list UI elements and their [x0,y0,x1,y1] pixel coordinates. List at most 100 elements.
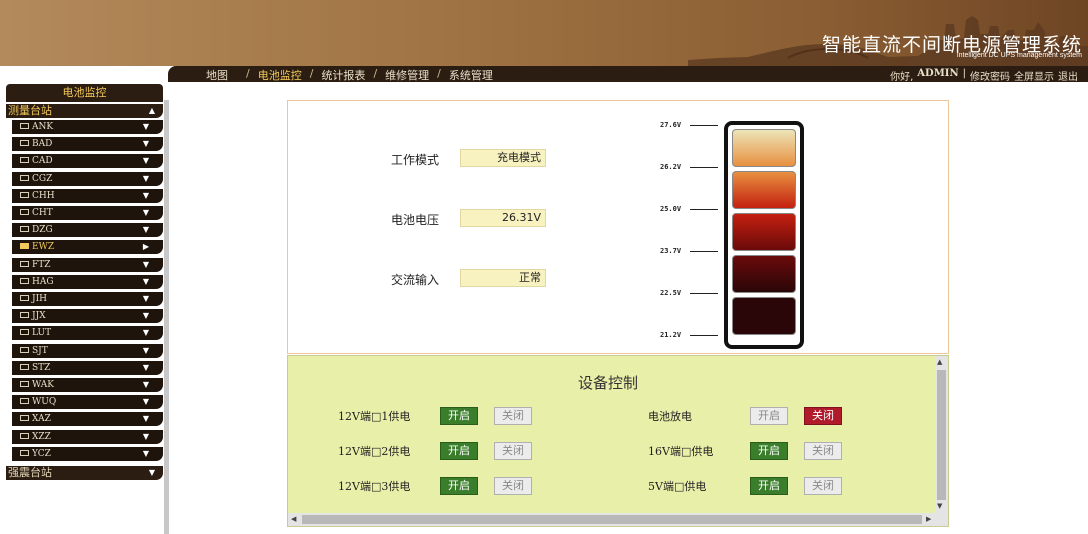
scroll-up-icon[interactable]: ▲ [937,358,942,366]
power-on-button[interactable]: 开启 [440,442,478,460]
nav-item[interactable]: 地图 [206,67,228,83]
power-off-button[interactable]: 关闭 [494,442,532,460]
station-item[interactable]: LUT ▼ [12,326,163,341]
arrow-down-icon: ▼ [142,173,149,183]
station-item[interactable]: CGZ ▼ [12,171,163,186]
power-off-button[interactable]: 关闭 [494,407,532,425]
station-item[interactable]: SJT ▼ [12,343,163,358]
arrow-down-icon: ▼ [142,294,149,303]
scroll-right-icon[interactable]: ▶ [926,515,931,523]
station-label: JJX [32,311,46,322]
power-on-button[interactable]: 开启 [750,407,788,425]
work-mode-value: 充电模式 [460,149,546,167]
station-icon [20,123,29,129]
group-strong-motion-stations[interactable]: 强震台站 ▼ [6,466,163,480]
scale-label: 23.7V [660,247,682,255]
arrow-down-icon: ▼ [142,448,149,458]
station-item[interactable]: JIH ▼ [12,292,163,306]
scroll-left-icon[interactable]: ◀ [291,515,296,523]
station-item[interactable]: HAG ▼ [12,274,163,289]
power-off-button[interactable]: 关闭 [494,477,532,495]
control-vertical-scrollbar[interactable]: ▲ ▼ [935,356,948,514]
group-label: 测量台站 [8,104,52,117]
fullscreen-link[interactable]: 全屏显示 [1014,68,1054,83]
station-icon [20,226,29,233]
scale-label: 22.5V [660,289,682,297]
station-item[interactable]: BAD ▼ [12,137,163,152]
station-label: STZ [32,362,51,373]
battery-voltage-value: 26.31V [460,209,546,227]
scale-tick [690,167,718,168]
station-icon [20,140,29,147]
scroll-thumb[interactable] [937,370,946,500]
station-label: SJT [32,345,48,356]
nav-separator: / [309,67,314,80]
nav-gap [228,67,238,83]
station-item[interactable]: WUQ ▼ [12,395,163,410]
station-item[interactable]: JJX ▼ [12,309,163,324]
station-icon [20,346,29,353]
change-password-link[interactable]: 修改密码 [970,68,1010,83]
station-icon [20,174,29,181]
station-label: CHT [32,208,53,218]
station-icon [20,243,29,250]
station-item[interactable]: CAD ▼ [12,154,163,169]
station-label: JIH [32,294,48,304]
power-on-button[interactable]: 开启 [750,442,788,460]
sidebar-scrollbar[interactable] [164,100,169,534]
arrow-down-icon: ▼ [142,156,149,166]
station-item[interactable]: FTZ ▼ [12,257,163,272]
station-item[interactable]: ANK ▼ [12,120,163,134]
station-icon [20,449,29,456]
station-item[interactable]: YCZ ▼ [12,446,163,461]
station-item[interactable]: EWZ ▶ [12,240,163,255]
station-icon [20,432,29,439]
station-label: HAG [32,276,54,287]
nav-item[interactable]: 电池监控 [258,67,302,83]
nav-item[interactable]: 统计报表 [321,67,365,83]
arrow-down-icon: ▼ [142,139,149,149]
control-title: 设备控制 [577,374,638,392]
station-icon [20,191,29,198]
station-item[interactable]: WAK ▼ [12,378,163,392]
station-icon [20,295,29,301]
control-label: 12V端□1供电 [338,410,411,423]
power-on-button[interactable]: 开启 [440,477,478,495]
work-mode-label: 工作模式 [391,153,440,167]
station-item[interactable]: CHT ▼ [12,206,163,220]
station-item[interactable]: XAZ ▼ [12,412,163,427]
logout-link[interactable]: 退出 [1058,68,1078,83]
control-label: 16V端□供电 [648,445,714,458]
station-item[interactable]: CHH ▼ [12,188,163,203]
station-label: YCZ [32,448,51,459]
station-item[interactable]: STZ ▼ [12,360,163,375]
nav-item[interactable]: 维修管理 [385,67,429,83]
scale-tick [690,251,718,252]
station-icon [20,260,29,267]
power-on-button[interactable]: 开启 [440,407,478,425]
power-off-button[interactable]: 关闭 [804,407,842,425]
station-label: CAD [32,156,53,167]
nav-item[interactable]: 系统管理 [449,67,493,83]
power-on-button[interactable]: 开启 [750,477,788,495]
ac-input-value: 正常 [460,269,546,287]
control-horizontal-scrollbar[interactable]: ◀ ▶ [288,513,948,526]
station-label: FTZ [32,259,51,270]
group-measurement-stations[interactable]: 测量台站 ▲ [6,104,163,118]
scroll-down-icon[interactable]: ▼ [937,502,942,510]
station-icon [20,415,29,422]
scale-label: 26.2V [660,163,682,171]
divider: | [962,68,966,79]
battery-cell [732,129,796,167]
caret-down-icon: ▼ [148,468,155,477]
station-icon [20,312,29,319]
battery-voltage-label: 电池电压 [391,213,440,227]
battery-cell [732,171,796,209]
nav-separator: / [437,67,441,80]
power-off-button[interactable]: 关闭 [804,442,842,460]
scale-tick [690,209,718,210]
scroll-thumb[interactable] [302,515,922,524]
station-item[interactable]: XZZ ▼ [12,429,163,444]
power-off-button[interactable]: 关闭 [804,477,842,495]
station-item[interactable]: DZG ▼ [12,223,163,238]
